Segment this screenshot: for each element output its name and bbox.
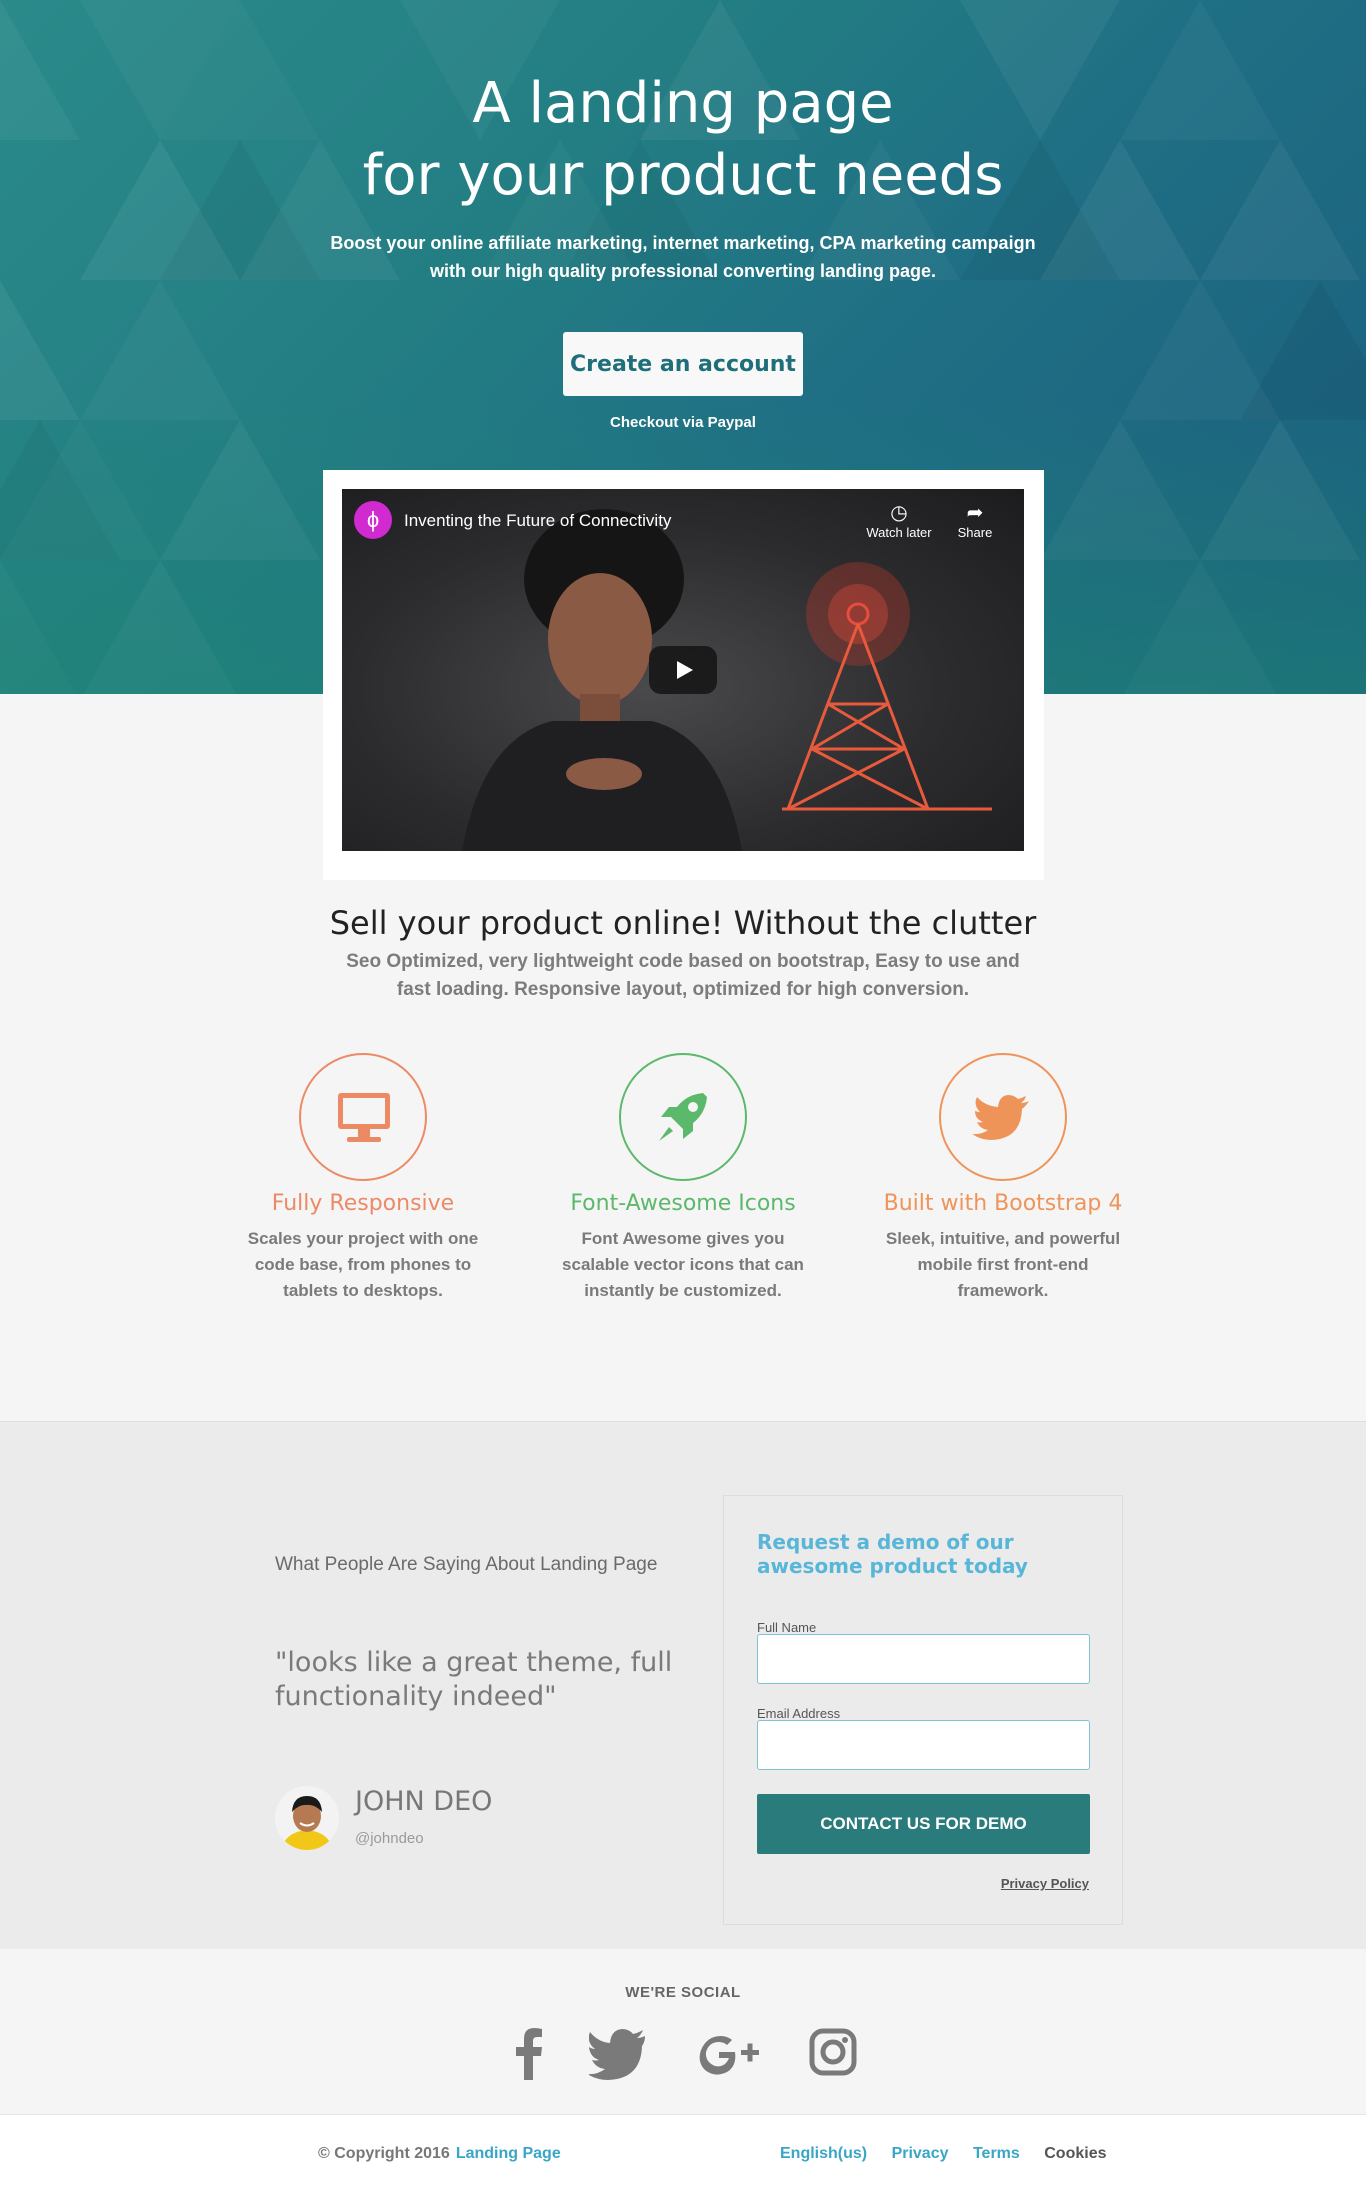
features-title: Sell your product online! Without the cl… — [329, 904, 1037, 942]
testimonial-heading: What People Are Saying About Landing Pag… — [275, 1554, 658, 1575]
watch-later-button[interactable]: ◷ Watch later — [859, 501, 939, 540]
full-name-label: Full Name — [757, 1620, 817, 1635]
avatar — [275, 1786, 339, 1850]
checkout-paypal-link[interactable]: Checkout via Paypal — [0, 414, 1366, 431]
feature-icon-circle — [619, 1053, 747, 1181]
twitter-icon[interactable] — [589, 2026, 649, 2082]
social-title: WE'RE SOCIAL — [625, 1984, 741, 2001]
rocket-icon — [659, 1093, 707, 1141]
email-label: Email Address — [757, 1706, 841, 1721]
desktop-icon — [338, 1093, 390, 1142]
create-account-button[interactable]: Create an account — [563, 332, 803, 396]
footer-links: English(us) Privacy Terms Cookies — [780, 2145, 1127, 2163]
google-plus-icon[interactable] — [697, 2026, 761, 2082]
video-title[interactable]: Inventing the Future of Connectivity — [404, 511, 671, 531]
copyright: © Copyright 2016 Landing Page — [318, 2145, 561, 2163]
play-button[interactable] — [649, 646, 717, 694]
feature-icon-circle — [939, 1053, 1067, 1181]
clock-icon: ◷ — [890, 502, 908, 524]
feature-text: Font Awesome gives you scalable vector i… — [562, 1229, 804, 1300]
hero-title-line1: A landing page — [472, 71, 894, 136]
feature-text: Scales your project with one code base, … — [247, 1229, 479, 1300]
channel-logo-icon[interactable]: ϕ — [354, 501, 392, 539]
feature-title: Fully Responsive — [271, 1191, 455, 1216]
testimonial-author: JOHN DEO — [355, 1786, 493, 1817]
footer-link-privacy[interactable]: Privacy — [892, 2145, 949, 2162]
feature-title: Font-Awesome Icons — [570, 1191, 796, 1216]
facebook-icon[interactable] — [499, 2026, 559, 2082]
demo-form-title: Request a demo of our awesome product to… — [757, 1530, 1028, 1578]
privacy-policy-link[interactable]: Privacy Policy — [1001, 1876, 1089, 1891]
demo-form: Request a demo of our awesome product to… — [723, 1495, 1123, 1925]
hero-title-line2: for your product needs — [362, 143, 1004, 208]
features-subtitle: Seo Optimized, very lightweight code bas… — [346, 951, 1020, 1000]
testimonial-handle: @johndeo — [355, 1830, 424, 1847]
footer: © Copyright 2016 Landing Page English(us)… — [0, 2114, 1366, 2199]
feature-bootstrap: Built with Bootstrap 4 Sleek, intuitive,… — [873, 1053, 1133, 1304]
hero-subtitle-line2: with our high quality professional conve… — [429, 261, 937, 281]
instagram-icon[interactable] — [803, 2026, 863, 2082]
testimonial-quote: "looks like a great theme, full function… — [275, 1647, 673, 1712]
footer-link-cookies[interactable]: Cookies — [1044, 2145, 1106, 2162]
share-label: Share — [957, 525, 993, 540]
twitter-icon — [972, 1095, 1029, 1140]
feature-responsive: Fully Responsive Scales your project wit… — [233, 1053, 493, 1304]
feature-icon-circle — [299, 1053, 427, 1181]
hero-subtitle-line1: Boost your online affiliate marketing, i… — [330, 233, 1036, 253]
email-input[interactable] — [757, 1720, 1090, 1770]
footer-link-language[interactable]: English(us) — [780, 2145, 867, 2162]
footer-link-terms[interactable]: Terms — [973, 2145, 1020, 2162]
feature-title: Built with Bootstrap 4 — [883, 1191, 1123, 1216]
feature-text: Sleek, intuitive, and powerful mobile fi… — [885, 1229, 1121, 1300]
contact-demo-button[interactable]: CONTACT US FOR DEMO — [757, 1794, 1090, 1854]
full-name-input[interactable] — [757, 1634, 1090, 1684]
copyright-text: © Copyright 2016 — [318, 2145, 450, 2162]
feature-font-awesome: Font-Awesome Icons Font Awesome gives yo… — [553, 1053, 813, 1304]
share-icon: ➦ — [966, 502, 984, 524]
share-button[interactable]: ➦ Share — [935, 501, 1015, 540]
video-player[interactable]: ϕ Inventing the Future of Connectivity ◷… — [342, 489, 1024, 851]
brand-link[interactable]: Landing Page — [456, 2145, 561, 2162]
watch-later-label: Watch later — [866, 525, 932, 540]
